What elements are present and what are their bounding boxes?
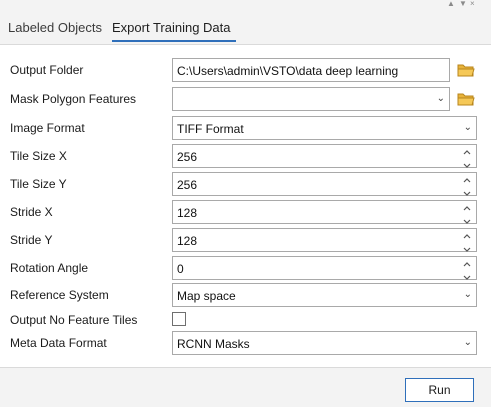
spin-down-icon[interactable] (461, 217, 473, 227)
spin-up-icon[interactable] (461, 147, 473, 157)
image-format-dropdown[interactable]: TIFF Format ⌄ (172, 116, 477, 140)
row-image-format: Image Format TIFF Format ⌄ (0, 116, 491, 140)
chevron-down-icon: ⌄ (463, 122, 472, 133)
tile-size-y-stepper[interactable]: 256 (172, 172, 477, 196)
row-stride-x: Stride X 128 (0, 200, 491, 224)
spin-up-icon[interactable] (461, 203, 473, 213)
output-folder-input[interactable]: C:\Users\admin\VSTO\data deep learning (172, 58, 450, 82)
tile-size-x-label: Tile Size X (10, 149, 67, 163)
run-button[interactable]: Run (405, 378, 474, 402)
output-folder-label: Output Folder (10, 63, 84, 77)
row-reference-system: Reference System Map space ⌄ (0, 283, 491, 307)
row-tile-size-x: Tile Size X 256 (0, 144, 491, 168)
row-metadata-format: Meta Data Format RCNN Masks ⌄ (0, 331, 491, 355)
output-no-feature-checkbox[interactable] (172, 312, 186, 326)
metadata-format-value: RCNN Masks (177, 337, 250, 351)
spin-down-icon[interactable] (461, 245, 473, 255)
rotation-angle-stepper[interactable]: 0 (172, 256, 477, 280)
output-no-feature-label: Output No Feature Tiles (10, 313, 138, 327)
export-form-panel: Output Folder C:\Users\admin\VSTO\data d… (0, 44, 491, 368)
mask-polygon-dropdown[interactable]: ⌄ (172, 87, 450, 111)
scroll-up-icon[interactable]: ▲ (447, 0, 455, 9)
rotation-angle-label: Rotation Angle (10, 261, 89, 275)
reference-system-value: Map space (177, 289, 236, 303)
tab-bar: Labeled Objects Export Training Data (0, 12, 491, 42)
row-output-folder: Output Folder C:\Users\admin\VSTO\data d… (0, 58, 491, 82)
reference-system-dropdown[interactable]: Map space ⌄ (172, 283, 477, 307)
close-icon[interactable]: × (470, 0, 475, 9)
spin-down-icon[interactable] (461, 273, 473, 283)
stride-y-stepper[interactable]: 128 (172, 228, 477, 252)
image-format-value: TIFF Format (177, 122, 244, 136)
browse-folder-icon[interactable] (457, 91, 475, 107)
row-stride-y: Stride Y 128 (0, 228, 491, 252)
spin-up-icon[interactable] (461, 175, 473, 185)
stride-x-label: Stride X (10, 205, 53, 219)
metadata-format-label: Meta Data Format (10, 336, 107, 350)
active-tab-indicator (112, 40, 236, 42)
mask-polygon-label: Mask Polygon Features (10, 92, 137, 106)
spin-down-icon[interactable] (461, 161, 473, 171)
tile-size-y-value: 256 (177, 178, 198, 192)
row-tile-size-y: Tile Size Y 256 (0, 172, 491, 196)
output-folder-value: C:\Users\admin\VSTO\data deep learning (177, 64, 399, 78)
stride-y-label: Stride Y (10, 233, 53, 247)
image-format-label: Image Format (10, 121, 85, 135)
row-rotation-angle: Rotation Angle 0 (0, 256, 491, 280)
rotation-angle-value: 0 (177, 262, 184, 276)
chevron-down-icon: ⌄ (463, 289, 472, 300)
scroll-down-icon[interactable]: ▼ (459, 0, 467, 9)
stride-x-stepper[interactable]: 128 (172, 200, 477, 224)
spin-up-icon[interactable] (461, 231, 473, 241)
pane-title-strip: ▲ ▼ × (0, 0, 491, 10)
tile-size-y-label: Tile Size Y (10, 177, 67, 191)
spin-down-icon[interactable] (461, 189, 473, 199)
chevron-down-icon: ⌄ (463, 337, 472, 348)
tab-export-training-data[interactable]: Export Training Data (112, 19, 231, 37)
chevron-down-icon: ⌄ (436, 93, 445, 104)
spin-up-icon[interactable] (461, 259, 473, 269)
metadata-format-dropdown[interactable]: RCNN Masks ⌄ (172, 331, 477, 355)
tile-size-x-value: 256 (177, 150, 198, 164)
row-mask-polygon: Mask Polygon Features ⌄ (0, 87, 491, 111)
browse-folder-icon[interactable] (457, 62, 475, 78)
stride-x-value: 128 (177, 206, 198, 220)
tile-size-x-stepper[interactable]: 256 (172, 144, 477, 168)
stride-y-value: 128 (177, 234, 198, 248)
tab-labeled-objects[interactable]: Labeled Objects (8, 19, 102, 37)
row-output-no-feature: Output No Feature Tiles (0, 309, 491, 333)
reference-system-label: Reference System (10, 288, 109, 302)
